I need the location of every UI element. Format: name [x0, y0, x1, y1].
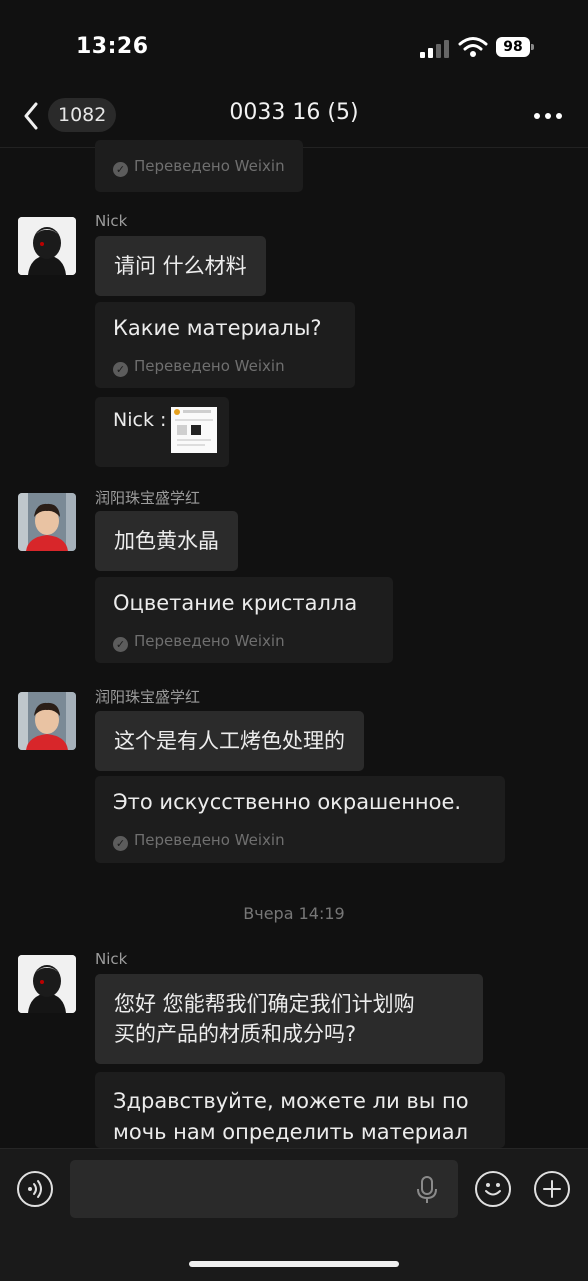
translation-text: Это искусственно окрашенное.	[113, 790, 462, 814]
check-icon: ✓	[113, 162, 128, 177]
message-input[interactable]	[70, 1160, 458, 1218]
message-bubble[interactable]: 请问 什么材料	[95, 236, 266, 296]
sender-name: 润阳珠宝盛学红	[95, 489, 201, 507]
check-icon: ✓	[113, 637, 128, 652]
timestamp-divider: Вчера 14:19	[243, 904, 345, 923]
translation-text: Оцветание кристалла	[113, 591, 358, 615]
check-icon: ✓	[113, 362, 128, 377]
image-thumbnail[interactable]	[171, 407, 217, 453]
translation-bubble[interactable]: Какие материалы? ✓ Переведено Weixin	[95, 302, 355, 388]
translated-note: ✓ Переведено Weixin	[113, 157, 285, 177]
message-text: 这个是有人工烤色处理的	[114, 729, 345, 753]
check-icon: ✓	[113, 836, 128, 851]
wifi-icon	[458, 37, 488, 57]
quote-bubble[interactable]: Nick :	[95, 397, 229, 467]
chat-title: 0033 16 (5)	[229, 100, 359, 125]
plus-icon[interactable]	[534, 1171, 570, 1207]
message-bubble[interactable]: 这个是有人工烤色处理的	[95, 711, 364, 771]
message-text-line: 买的产品的材质和成分吗?	[114, 1022, 357, 1046]
avatar[interactable]	[18, 217, 76, 275]
translated-note: ✓ Переведено Weixin	[113, 632, 285, 652]
cellular-signal-icon	[420, 38, 450, 58]
avatar[interactable]	[18, 692, 76, 750]
message-text: 请问 什么材料	[114, 254, 247, 278]
message-text: 加色黄水晶	[114, 529, 219, 553]
translation-text-line: Здравствуйте, можете ли вы по	[113, 1089, 469, 1113]
avatar[interactable]	[18, 955, 76, 1013]
status-time: 13:26	[76, 34, 149, 59]
translated-note: ✓ Переведено Weixin	[113, 357, 285, 377]
more-dots-icon[interactable]	[528, 104, 568, 128]
sender-name: Nick	[95, 950, 128, 968]
message-text-line: 您好 您能帮我们确定我们计划购	[114, 992, 415, 1016]
message-bubble[interactable]: 加色黄水晶	[95, 511, 238, 571]
translated-note: ✓ Переведено Weixin	[113, 831, 285, 851]
home-indicator[interactable]	[189, 1261, 399, 1267]
translation-bubble[interactable]: Это искусственно окрашенное. ✓ Переведено…	[95, 776, 505, 863]
sender-name: 润阳珠宝盛学红	[95, 688, 201, 706]
translation-bubble[interactable]: ✓ Переведено Weixin	[95, 140, 303, 192]
avatar[interactable]	[18, 493, 76, 551]
quote-label: Nick :	[113, 409, 167, 431]
message-bubble[interactable]: 您好 您能帮我们确定我们计划购 买的产品的材质和成分吗?	[95, 974, 483, 1064]
translation-text: Какие материалы?	[113, 316, 322, 340]
battery-level: 98	[503, 39, 523, 55]
sender-name: Nick	[95, 212, 128, 230]
voice-icon[interactable]	[17, 1171, 53, 1207]
microphone-icon[interactable]	[414, 1174, 440, 1206]
battery-indicator: 98	[496, 37, 534, 57]
translation-bubble[interactable]: Здравствуйте, можете ли вы по мочь нам о…	[95, 1072, 505, 1148]
translation-text-line: мочь нам определить материал	[113, 1120, 469, 1144]
translation-bubble[interactable]: Оцветание кристалла ✓ Переведено Weixin	[95, 577, 393, 663]
emoji-icon[interactable]	[475, 1171, 511, 1207]
